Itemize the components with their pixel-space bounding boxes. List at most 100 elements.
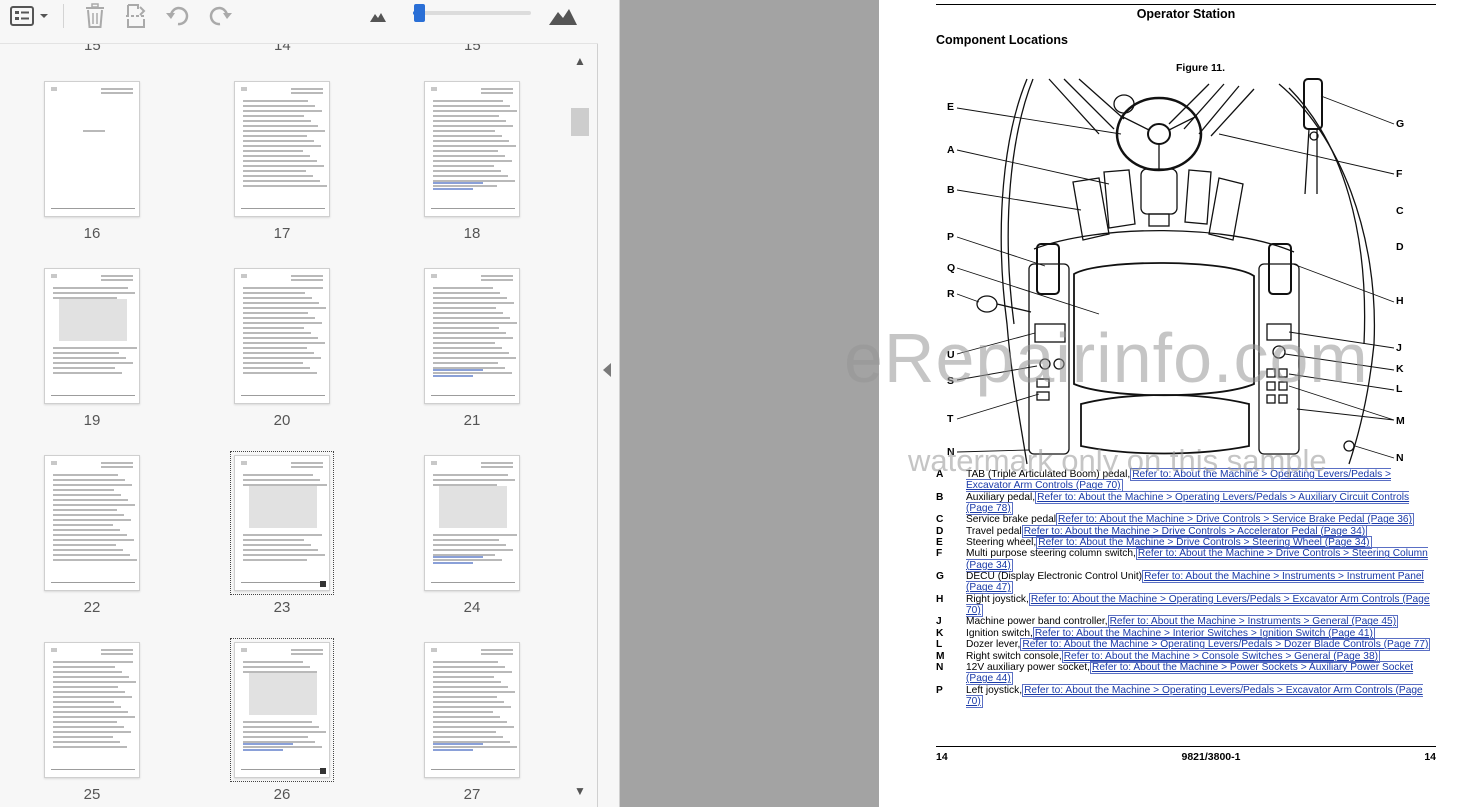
document-page: Operator Station Component Locations Fig… [879, 0, 1482, 807]
thumbnail-page-number: 26 [273, 786, 291, 803]
cab-illustration [956, 78, 1395, 465]
thumbnail-page-number: 23 [273, 599, 291, 616]
page-thumbnail[interactable] [424, 81, 520, 217]
chevron-down-icon[interactable] [36, 2, 52, 30]
page-thumbnail[interactable] [234, 268, 330, 404]
page-thumbnail[interactable] [44, 642, 140, 778]
legend-key: G [936, 571, 944, 583]
legend-item: H Right joystick, Refer to: About the Mach… [936, 592, 1436, 618]
page-extract-icon[interactable] [122, 2, 150, 30]
legend-key: E [936, 537, 943, 549]
legend-text: Travel pedal [966, 525, 1022, 537]
legend-key: K [936, 627, 944, 639]
thumbnail-page-number: 17 [273, 225, 291, 242]
legend-text: Dozer lever, [966, 639, 1021, 651]
thumbnail-grid: 15 14 15 16 17 18 19 20 21 22 23 24 25 26 27 [0, 44, 568, 807]
legend-text: Left joystick, [966, 684, 1023, 696]
callout-j: J [1396, 342, 1402, 354]
callout-e: E [947, 101, 955, 113]
footer-rule [936, 746, 1436, 747]
zoom-out-mountain-icon[interactable] [366, 2, 390, 30]
callout-h: H [1396, 295, 1404, 307]
callout-r: R [947, 288, 955, 300]
rotate-right-icon[interactable] [206, 2, 234, 30]
legend-item: P Left joystick, Refer to: About the Machi… [936, 683, 1436, 708]
thumbnail-page-number: 21 [463, 412, 481, 429]
rotate-left-icon[interactable] [164, 2, 192, 30]
thumbnail-page-number: 16 [83, 225, 101, 242]
legend-item: G DECU (Display Electronic Control Unit) R… [936, 570, 1436, 595]
legend-text: Auxiliary pedal, [966, 491, 1036, 503]
toolbar-divider [63, 4, 64, 28]
callout-m: M [1396, 415, 1405, 427]
operator-station-figure: E A B P Q R U S T N G F C D H J K L M N [947, 74, 1419, 466]
legend-key: B [936, 491, 944, 503]
legend-key: N [936, 661, 944, 673]
callout-a: A [947, 144, 955, 156]
page-thumbnail[interactable] [424, 268, 520, 404]
section-title: Component Locations [936, 33, 1068, 47]
thumbnail-toolbar [0, 0, 598, 44]
callout-k: K [1396, 363, 1404, 375]
scrollbar-thumb[interactable] [571, 108, 589, 136]
component-legend: A TAB (Triple Articulated Boom) pedal, Ref… [936, 468, 1436, 708]
legend-key: D [936, 525, 944, 537]
legend-text: Service brake pedal [966, 514, 1057, 526]
legend-key: C [936, 514, 944, 526]
legend-item: B Auxiliary pedal, Refer to: About the Mac… [936, 490, 1436, 516]
header-rule [936, 4, 1436, 5]
zoom-slider-thumb[interactable] [414, 4, 425, 22]
legend-text: Right switch console, [966, 650, 1062, 662]
page-thumbnail[interactable] [234, 81, 330, 217]
cross-reference-link[interactable]: Refer to: About the Machine > Operating … [966, 683, 1423, 708]
thumbnail-label-partial: 14 [274, 44, 291, 54]
scroll-up-arrow-icon[interactable]: ▲ [574, 54, 586, 68]
page-thumbnail[interactable] [230, 451, 334, 595]
zoom-in-mountain-icon[interactable] [546, 2, 580, 30]
thumbnail-scrollbar[interactable]: ▲ ▼ [568, 44, 592, 807]
page-thumbnail[interactable] [424, 642, 520, 778]
page-thumbnail[interactable] [424, 455, 520, 591]
legend-key: J [936, 616, 942, 628]
chevron-left-icon [603, 363, 611, 377]
thumbnail-label-partial: 15 [464, 44, 481, 54]
thumbnail-page-number: 27 [463, 786, 481, 803]
cross-reference-link[interactable]: Refer to: About the Machine > Operating … [966, 592, 1430, 618]
thumbnail-page-number: 22 [83, 599, 101, 616]
callout-c: C [1396, 205, 1404, 217]
figure-label: Figure 11. [1175, 62, 1226, 74]
thumbnail-label-partial: 15 [84, 44, 101, 54]
thumbnail-page-number: 24 [463, 599, 481, 616]
legend-item: L Dozer lever, Refer to: About the Machine… [936, 638, 1436, 652]
legend-item: F Multi purpose steering column switch, Re… [936, 547, 1436, 572]
zoom-slider-track[interactable] [413, 11, 531, 15]
legend-key: M [936, 650, 945, 662]
watermark-main: eRepairinfo.com [844, 319, 1369, 397]
collapse-pane-button[interactable] [598, 0, 620, 807]
page-thumbnail[interactable] [44, 81, 140, 217]
thumbnail-pane: 15 14 15 16 17 18 19 20 21 22 23 24 25 26 27 ▲ ▼ [0, 0, 598, 807]
callout-f: F [1396, 168, 1403, 180]
legend-item: N 12V auxiliary power socket, Refer to: Ab… [936, 660, 1436, 686]
pdf-viewer: 15 14 15 16 17 18 19 20 21 22 23 24 25 26 27 ▲ ▼ Opera… [0, 0, 1482, 807]
thumbnail-page-number: 18 [463, 225, 481, 242]
legend-text: DECU (Display Electronic Control Unit) [966, 571, 1143, 583]
legend-text: Machine power band controller, [966, 616, 1108, 628]
callout-d: D [1396, 241, 1404, 253]
legend-text: Ignition switch, [966, 627, 1033, 639]
page-thumbnail[interactable] [44, 268, 140, 404]
page-header: Operator Station [1136, 7, 1236, 21]
thumbnail-page-number: 20 [273, 412, 291, 429]
legend-key: P [936, 684, 943, 696]
scroll-down-arrow-icon[interactable]: ▼ [574, 784, 586, 798]
callout-g: G [1396, 118, 1405, 130]
thumbnail-view-icon[interactable] [8, 2, 36, 30]
trash-icon[interactable] [81, 2, 109, 30]
legend-text: Steering wheel, [966, 537, 1037, 549]
page-thumbnail[interactable] [230, 638, 334, 782]
watermark-sub: watermark only on this sample [908, 443, 1327, 478]
legend-key: H [936, 593, 944, 605]
page-thumbnail[interactable] [44, 455, 140, 591]
page-number-right: 14 [1424, 751, 1436, 763]
callout-b: B [947, 184, 955, 196]
